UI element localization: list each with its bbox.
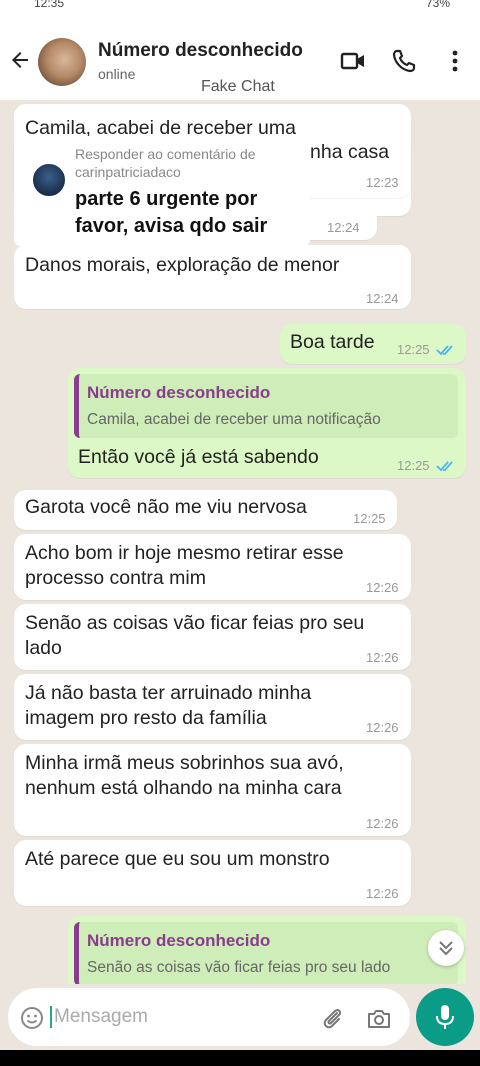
read-receipt-icon (436, 461, 453, 472)
message-time: 12:24 (366, 291, 399, 306)
message-text: processo contra mim (25, 567, 206, 589)
reply-comment-text: parte 6 urgente por favor, avisa qdo sai… (75, 186, 267, 240)
message-time: 12:26 (366, 650, 399, 665)
emoji-icon[interactable] (20, 1006, 44, 1030)
video-call-icon[interactable] (340, 48, 366, 74)
more-options-icon[interactable] (442, 48, 468, 74)
contact-avatar[interactable] (38, 38, 86, 86)
fake-chat-label: Fake Chat (201, 78, 275, 95)
reply-label: Responder ao comentário de carinpatricia… (75, 145, 256, 181)
message-text: Acho bom ir hoje mesmo retirar esse (25, 542, 344, 564)
status-time: 12:35 (34, 0, 65, 10)
message-bubble-incoming[interactable]: Garota você não me viu nervosa 12:25 (14, 490, 397, 530)
reply-comment-line: parte 6 urgente por (75, 188, 258, 210)
message-bubble-incoming[interactable]: Até parece que eu sou um monstro 12:26 (14, 840, 411, 906)
back-arrow-icon[interactable] (8, 48, 32, 72)
message-time: 12:26 (366, 886, 399, 901)
message-text: nenhum está olhando na minha cara (25, 777, 342, 799)
message-text: Garota você não me viu nervosa (25, 496, 307, 518)
message-bubble-incoming[interactable]: Minha irmã meus sobrinhos sua avó, nenhu… (14, 744, 411, 836)
quoted-message[interactable]: Número desconhecido Senão as coisas vão … (74, 922, 458, 984)
double-chevron-down-icon (439, 941, 453, 956)
message-time: 12:26 (366, 580, 399, 595)
microphone-icon (436, 1005, 454, 1029)
message-bubble-outgoing[interactable]: Número desconhecido Senão as coisas vão … (68, 916, 466, 984)
commenter-avatar (31, 162, 67, 198)
chat-screen: 12:35 73% Número desconhecido online Fak… (0, 0, 480, 1066)
message-text: Boa tarde (290, 331, 375, 353)
reply-username: carinpatriciadaco (75, 164, 181, 180)
quoted-message[interactable]: Número desconhecido Camila, acabei de re… (74, 374, 458, 438)
paperclip-icon[interactable] (320, 1006, 346, 1032)
message-text: nha casa (310, 141, 390, 163)
quoted-text: Camila, acabei de receber uma notificaçã… (87, 411, 381, 428)
scroll-to-bottom-button[interactable] (428, 930, 464, 966)
quoted-sender: Número desconhecido (87, 931, 271, 950)
message-time: 12:25 (397, 458, 430, 473)
message-bubble-incoming[interactable]: Acho bom ir hoje mesmo retirar esse proc… (14, 534, 411, 600)
message-text: imagem pro resto da família (25, 707, 267, 729)
contact-name[interactable]: Número desconhecido (98, 40, 303, 62)
message-text: Danos morais, exploração de menor (25, 254, 340, 276)
message-time: 12:24 (327, 220, 360, 235)
message-bubble-incoming[interactable]: Senão as coisas vão ficar feias pro seu … (14, 604, 411, 670)
quoted-text: Senão as coisas vão ficar feias pro seu … (87, 959, 391, 976)
read-receipt-icon (436, 345, 453, 356)
system-nav-bar (0, 1050, 480, 1066)
message-time: 12:26 (366, 816, 399, 831)
chat-header: Número desconhecido online Fake Chat (0, 16, 480, 100)
message-text: lado (25, 637, 62, 659)
reply-label-text: Responder ao comentário de (75, 146, 256, 162)
message-time: 12:23 (366, 175, 399, 190)
composer-bar: Mensagem (0, 984, 480, 1050)
reply-comment-line: favor, avisa qdo sair (75, 215, 268, 237)
message-text: Até parece que eu sou um monstro (25, 848, 330, 870)
message-time: 12:26 (366, 720, 399, 735)
voice-record-button[interactable] (416, 988, 474, 1046)
message-text: Já não basta ter arruinado minha (25, 682, 312, 704)
message-placeholder[interactable]: Mensagem (50, 1006, 148, 1028)
message-time: 12:25 (397, 342, 430, 357)
quoted-sender: Número desconhecido (87, 383, 271, 402)
camera-icon[interactable] (366, 1006, 392, 1032)
message-text: Minha irmã meus sobrinhos sua avó, (25, 752, 344, 774)
reply-comment-card: Responder ao comentário de carinpatricia… (14, 136, 310, 246)
voice-call-icon[interactable] (391, 48, 417, 74)
message-bubble-incoming[interactable]: Já não basta ter arruinado minha imagem … (14, 674, 411, 740)
message-input[interactable]: Mensagem (8, 988, 410, 1046)
message-text: Então você já está sabendo (78, 446, 319, 468)
message-bubble-outgoing[interactable]: Número desconhecido Camila, acabei de re… (68, 368, 466, 478)
message-list[interactable]: Camila, acabei de receber uma nha casa 1… (0, 100, 480, 984)
message-bubble-incoming[interactable]: Danos morais, exploração de menor 12:24 (14, 245, 411, 309)
message-text: Senão as coisas vão ficar feias pro seu (25, 612, 365, 634)
status-bar: 12:35 73% (0, 0, 480, 16)
contact-status: online (98, 66, 136, 82)
message-time: 12:25 (353, 511, 386, 526)
status-battery: 73% (425, 0, 450, 10)
message-bubble-outgoing[interactable]: Boa tarde 12:25 (280, 324, 466, 364)
